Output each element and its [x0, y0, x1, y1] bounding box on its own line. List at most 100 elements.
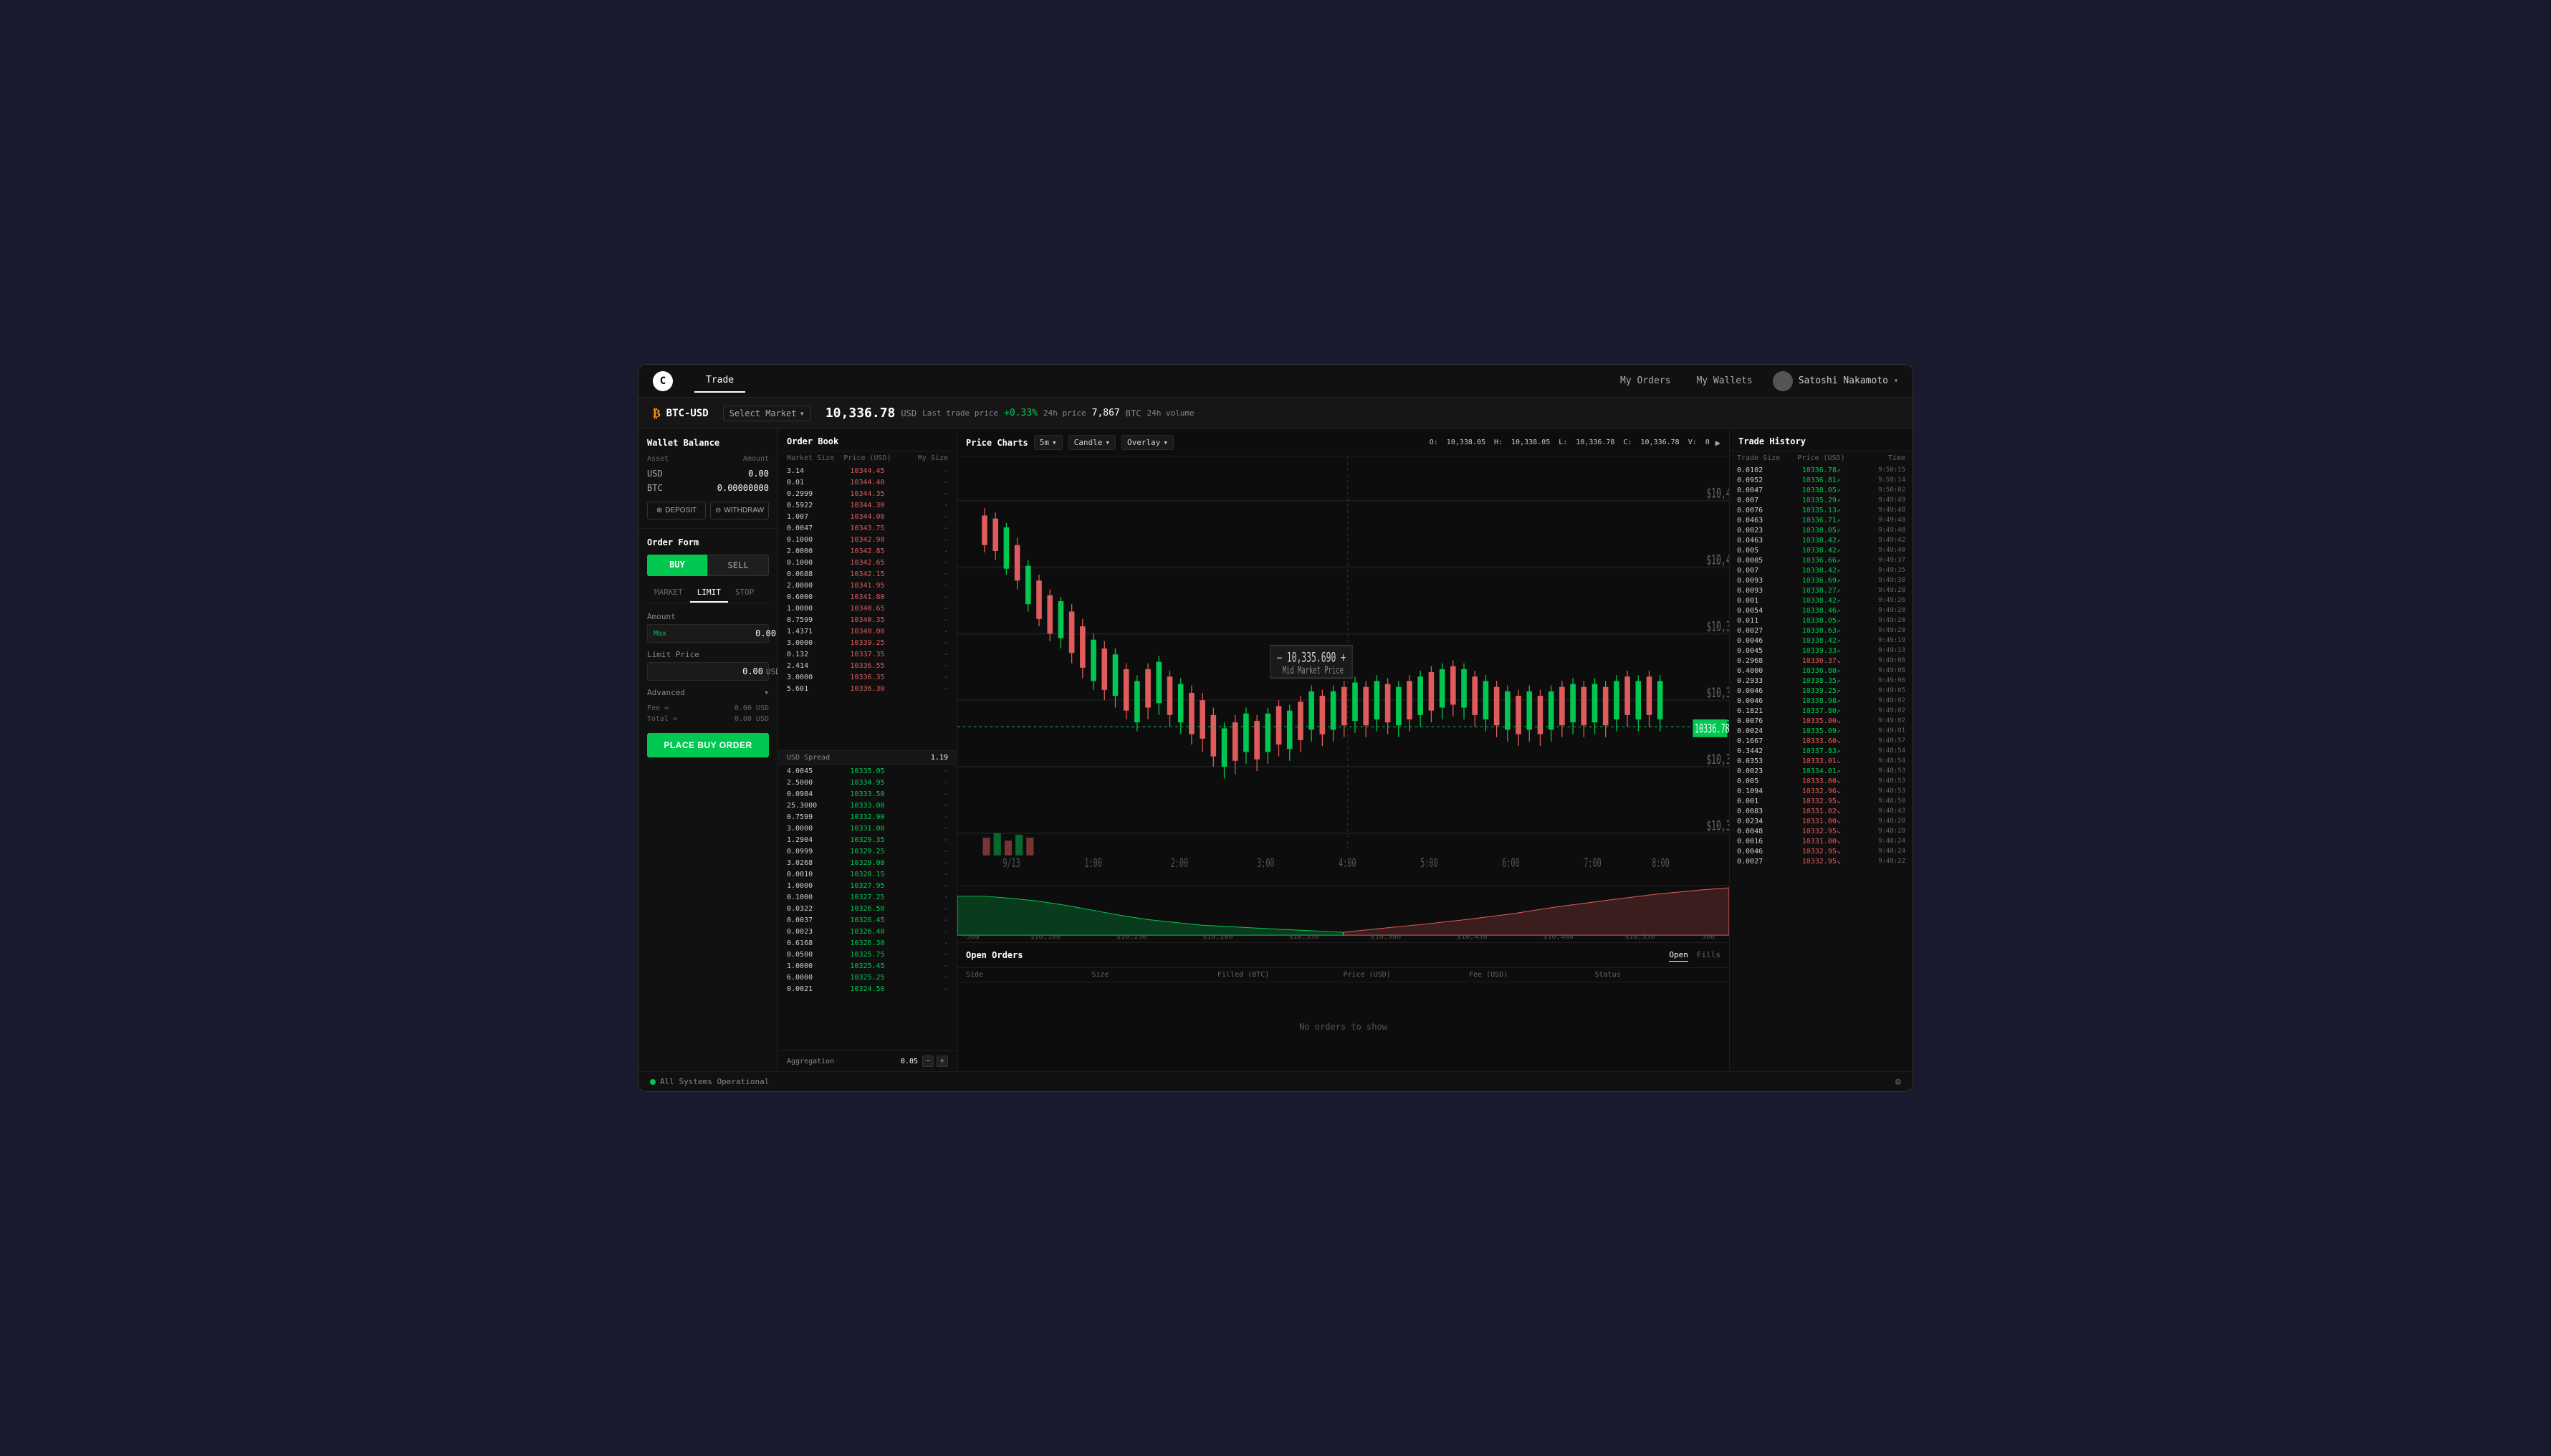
list-item: 0.0093 10338.27↗ 9:49:28 [1730, 585, 1913, 595]
trade-price: 10338.42↗ [1785, 547, 1857, 555]
list-item[interactable]: 0.0984 10333.50 - [778, 788, 957, 800]
trade-price: 10336.81↗ [1785, 476, 1857, 484]
app-logo[interactable]: C [653, 371, 673, 391]
trade-size: 0.0093 [1737, 577, 1785, 585]
ask-my-size: - [894, 685, 948, 693]
trade-time: 9:49:19 [1857, 637, 1905, 644]
list-item[interactable]: 0.1000 10327.25 - [778, 891, 957, 903]
candlestick-chart[interactable]: $10,425 $10,400 $10,375 $10,350 $10,336.… [957, 456, 1729, 885]
list-item[interactable]: 0.1000 10342.65 - [778, 557, 957, 568]
list-item[interactable]: 6.0000 10325.25 - [778, 972, 957, 983]
list-item[interactable]: 0.0010 10328.15 - [778, 868, 957, 880]
list-item[interactable]: 1.0000 10340.65 - [778, 603, 957, 614]
list-item[interactable]: 0.7599 10332.90 - [778, 811, 957, 823]
trade-size: 0.0102 [1737, 466, 1785, 474]
list-item: 0.0046 10338.98↗ 9:49:02 [1730, 696, 1913, 706]
my-wallets-button[interactable]: My Wallets [1690, 373, 1758, 389]
list-item[interactable]: 1.4371 10340.00 - [778, 626, 957, 637]
list-item[interactable]: 1.007 10344.00 - [778, 511, 957, 522]
list-item[interactable]: 0.0999 10329.25 - [778, 846, 957, 857]
deposit-button[interactable]: ⊕ DEPOSIT [647, 502, 706, 519]
timeframe-selector[interactable]: 5m ▾ [1034, 435, 1063, 450]
buy-tab[interactable]: BUY [647, 555, 707, 576]
list-item[interactable]: 0.0500 10325.75 - [778, 949, 957, 960]
my-orders-button[interactable]: My Orders [1614, 373, 1676, 389]
list-item[interactable]: 3.14 10344.45 - [778, 465, 957, 476]
place-buy-order-button[interactable]: PLACE BUY ORDER [647, 733, 769, 757]
ask-price: 10342.15 [841, 570, 894, 578]
trade-price: 10332.96↘ [1785, 787, 1857, 795]
list-item[interactable]: 0.6168 10326.30 - [778, 937, 957, 949]
list-item[interactable]: 0.7599 10340.35 - [778, 614, 957, 626]
list-item[interactable]: 2.5000 10334.95 - [778, 777, 957, 788]
chart-forward-arrow[interactable]: ▶ [1715, 438, 1720, 448]
ask-my-size: - [894, 513, 948, 521]
list-item[interactable]: 0.0047 10343.75 - [778, 522, 957, 534]
svg-text:$10,350: $10,350 [1706, 685, 1729, 701]
advanced-toggle[interactable]: Advanced ▾ [647, 688, 769, 697]
list-item[interactable]: 0.01 10344.40 - [778, 476, 957, 488]
list-item[interactable]: 0.132 10337.35 - [778, 648, 957, 660]
withdraw-button[interactable]: ⊖ WITHDRAW [710, 502, 769, 519]
list-item[interactable]: 3.0000 10339.25 - [778, 637, 957, 648]
list-item[interactable]: 0.5922 10344.30 - [778, 499, 957, 511]
list-item[interactable]: 1.0000 10327.95 - [778, 880, 957, 891]
ask-my-size: - [894, 490, 948, 498]
trade-time: 9:49:48 [1857, 527, 1905, 534]
list-item[interactable]: 2.0000 10341.95 - [778, 580, 957, 591]
status-left: All Systems Operational [650, 1077, 769, 1086]
stop-tab[interactable]: STOP [728, 583, 762, 603]
no-orders-message: No orders to show [957, 982, 1729, 1071]
oo-tab-open[interactable]: Open [1669, 949, 1688, 962]
trade-time: 9:49:30 [1857, 577, 1905, 584]
bid-my-size: - [894, 962, 948, 970]
svg-text:1:00: 1:00 [1084, 857, 1101, 871]
list-item[interactable]: 0.1000 10342.90 - [778, 534, 957, 545]
aggregation-increase-button[interactable]: + [937, 1055, 948, 1067]
aggregation-decrease-button[interactable]: − [922, 1055, 934, 1067]
settings-icon[interactable]: ⚙ [1895, 1076, 1901, 1088]
oo-tab-fills[interactable]: Fills [1697, 949, 1720, 962]
wallet-actions: ⊕ DEPOSIT ⊖ WITHDRAW [647, 502, 769, 519]
overlay-selector[interactable]: Overlay ▾ [1121, 435, 1174, 450]
th-col-trade-size: Trade Size [1737, 454, 1793, 462]
limit-tab[interactable]: LIMIT [690, 583, 728, 603]
list-item[interactable]: 1.0000 10325.45 - [778, 960, 957, 972]
list-item[interactable]: 1.2904 10329.35 - [778, 834, 957, 846]
list-item[interactable]: 4.0045 10335.05 - [778, 765, 957, 777]
list-item[interactable]: 3.0000 10331.00 - [778, 823, 957, 834]
list-item[interactable]: 0.6000 10341.80 - [778, 591, 957, 603]
list-item[interactable]: 0.2999 10344.35 - [778, 488, 957, 499]
depth-chart[interactable]: -300 $10,180 $10,230 $10,280 $10,330 $10… [957, 885, 1729, 942]
list-item[interactable]: 5.601 10336.30 - [778, 683, 957, 694]
trade-time: 9:49:20 [1857, 627, 1905, 634]
user-area[interactable]: Satoshi Nakamoto ▾ [1773, 371, 1898, 391]
list-item[interactable]: 3.0000 10336.35 - [778, 671, 957, 683]
max-link[interactable]: Max [654, 630, 666, 638]
market-tab[interactable]: MARKET [647, 583, 690, 603]
ask-price: 10342.90 [841, 536, 894, 544]
chart-type-selector[interactable]: Candle ▾ [1068, 435, 1116, 450]
list-item: 0.0047 10338.05↗ 9:50:02 [1730, 485, 1913, 495]
nav-tab-trade[interactable]: Trade [694, 369, 745, 393]
list-item[interactable]: 25.3000 10333.00 - [778, 800, 957, 811]
amount-input[interactable] [666, 628, 776, 638]
list-item[interactable]: 0.0021 10324.50 - [778, 983, 957, 995]
select-market-dropdown[interactable]: Select Market ▾ [723, 406, 811, 421]
list-item[interactable]: 2.414 10336.55 - [778, 660, 957, 671]
sell-tab[interactable]: SELL [707, 555, 769, 576]
list-item[interactable]: 0.0322 10326.50 - [778, 903, 957, 914]
trade-time: 9:48:54 [1857, 757, 1905, 765]
list-item[interactable]: 2.0000 10342.85 - [778, 545, 957, 557]
list-item: 0.3442 10337.83↗ 9:48:54 [1730, 746, 1913, 756]
trade-price: 10332.95↘ [1785, 848, 1857, 856]
list-item[interactable]: 0.0023 10326.40 - [778, 926, 957, 937]
oo-col-price: Price (USD) [1344, 971, 1470, 979]
list-item[interactable]: 0.0688 10342.15 - [778, 568, 957, 580]
list-item[interactable]: 3.0268 10329.00 - [778, 857, 957, 868]
btc-label: BTC [647, 483, 663, 493]
limit-price-input[interactable] [654, 666, 763, 676]
ob-col-price: Price (USD) [841, 454, 894, 462]
list-item[interactable]: 0.0037 10326.45 - [778, 914, 957, 926]
svg-text:$10,230: $10,230 [1116, 934, 1147, 941]
